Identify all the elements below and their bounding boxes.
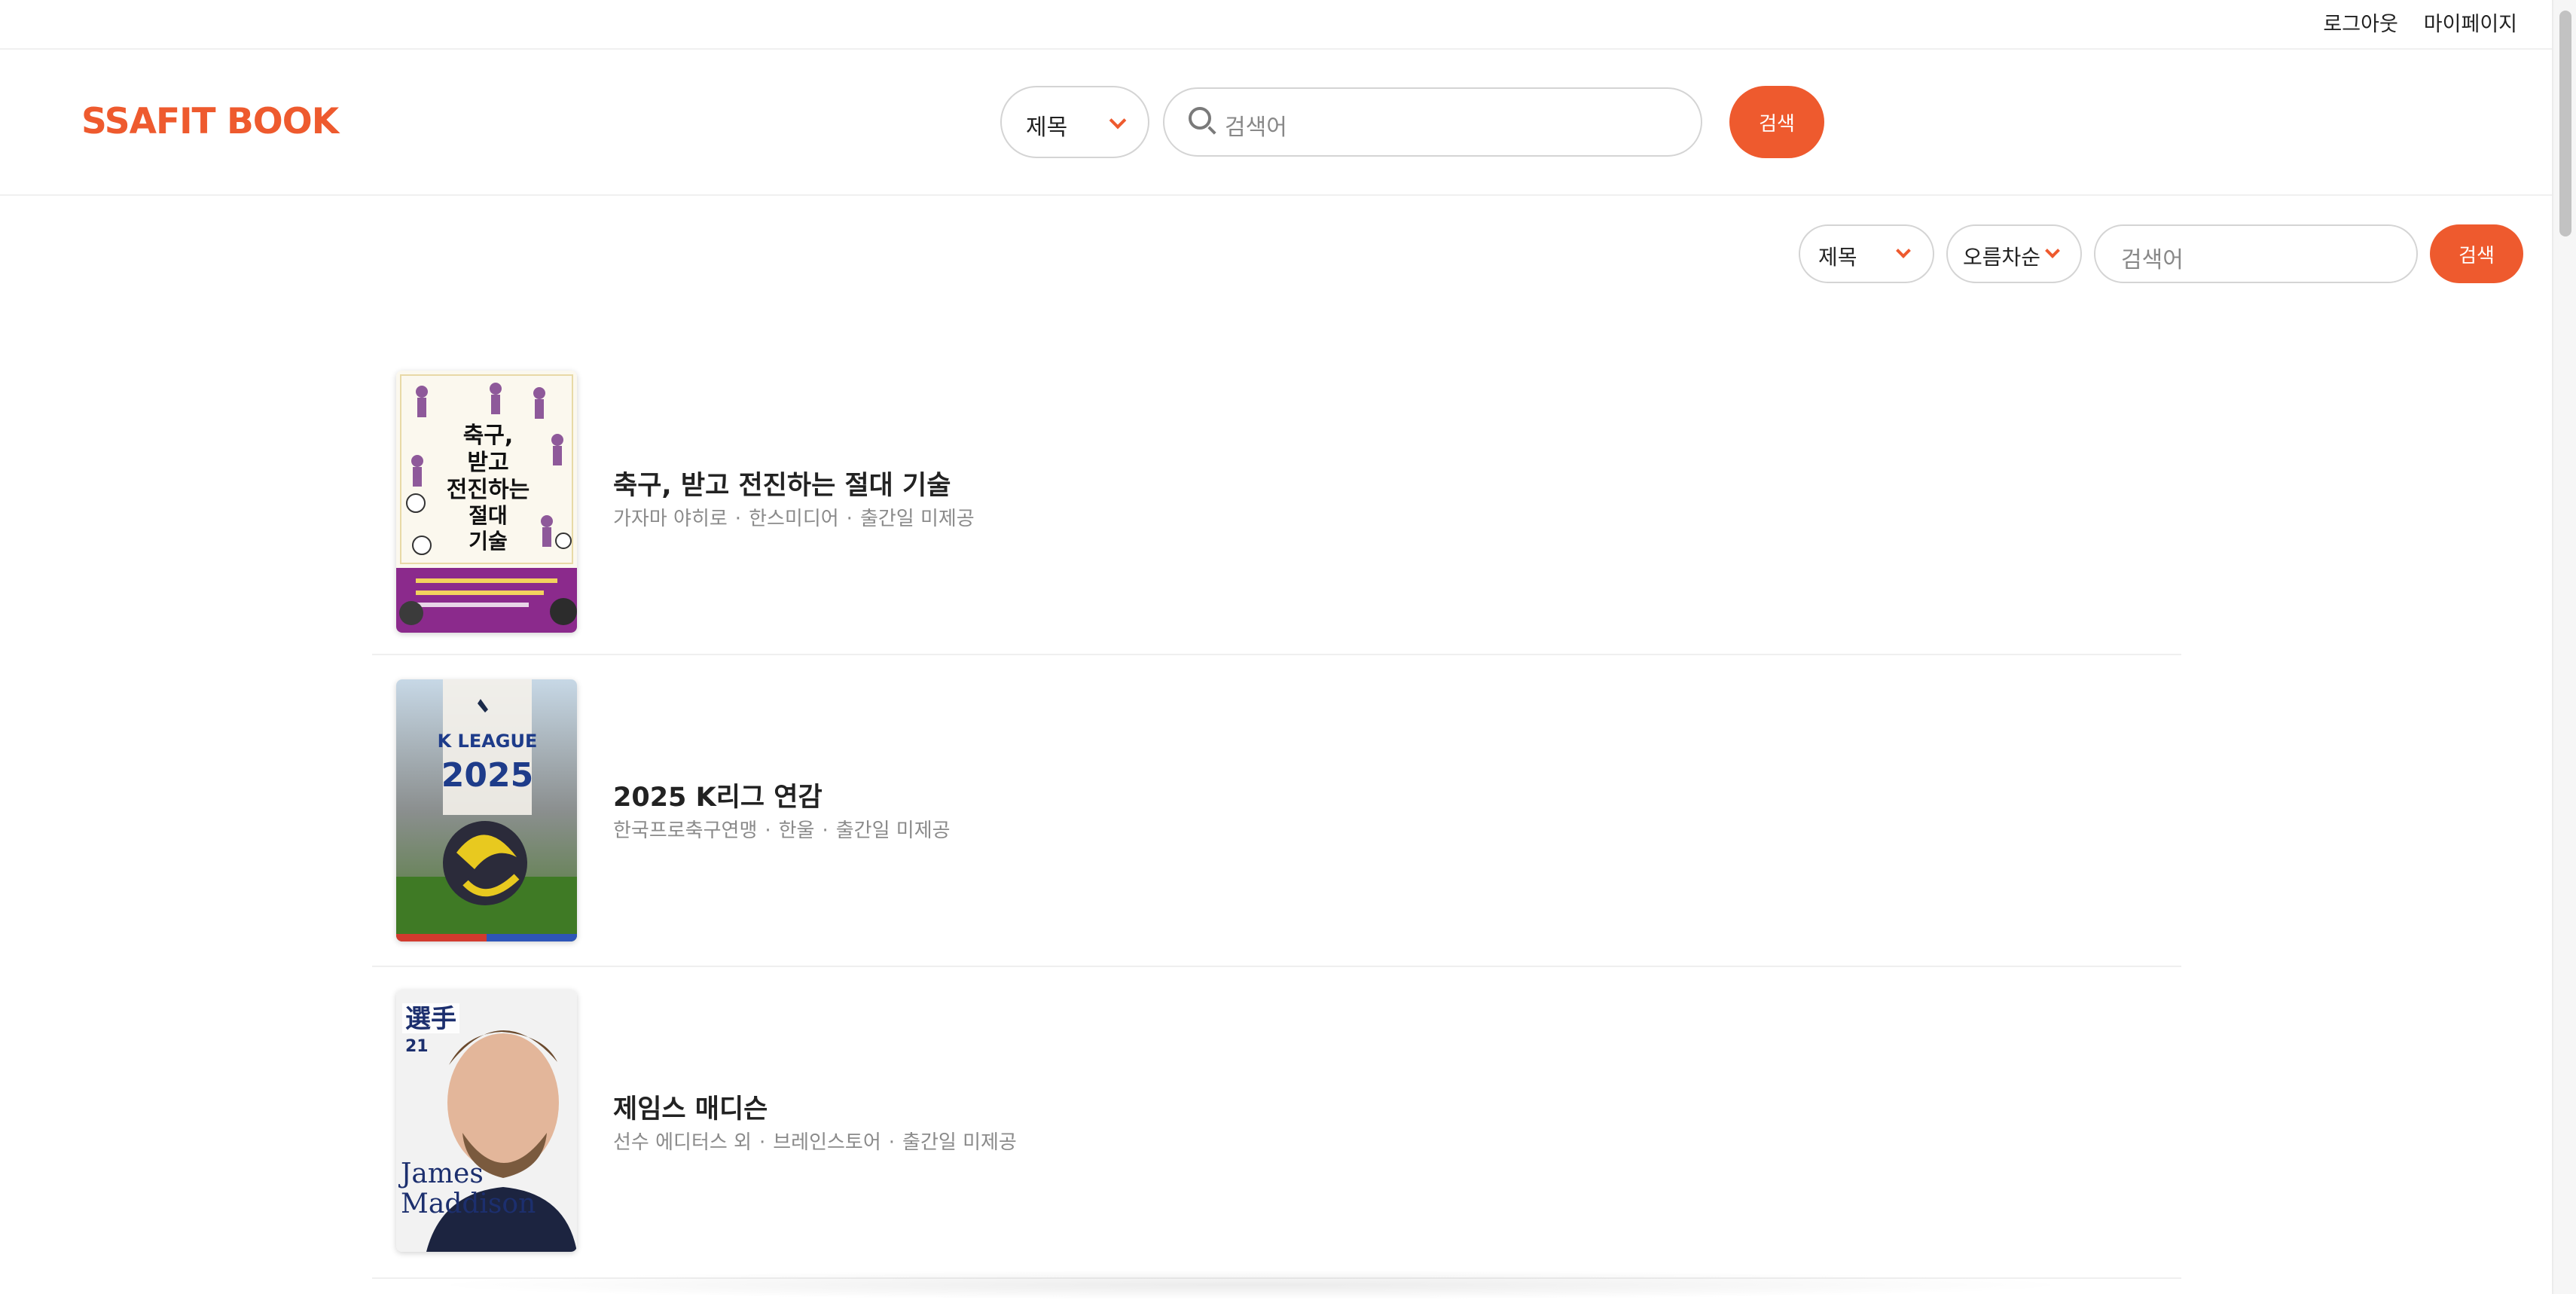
book-title[interactable]: 축구, 받고 전진하는 절대 기술: [613, 464, 951, 502]
book-row[interactable]: 選手 21 James Maddison 제임스 매디슨 선수 에디터스 외 · 브…: [372, 966, 2181, 1279]
bottom-fade: [422, 1270, 2079, 1300]
svg-text:21: 21: [405, 1037, 429, 1056]
book-cover-art: 選手 21 James Maddison: [396, 990, 577, 1252]
cover-year-art: 2025: [441, 756, 533, 795]
book-title[interactable]: 제임스 매디슨: [613, 1088, 768, 1126]
logout-link[interactable]: 로그아웃: [2323, 8, 2397, 37]
cover-title-art: K LEAGUE: [438, 731, 538, 752]
book-cover-art: K LEAGUE 2025: [396, 679, 577, 941]
search-icon: [1189, 107, 1211, 130]
top-bar: 로그아웃 마이페이지: [0, 0, 2553, 50]
list-search-button[interactable]: 검색: [2430, 224, 2523, 283]
chevron-down-icon: [1896, 243, 1911, 258]
mypage-link[interactable]: 마이페이지: [2424, 8, 2517, 37]
svg-text:전진하는: 전진하는: [447, 477, 530, 503]
book-cover[interactable]: K LEAGUE 2025: [396, 679, 577, 941]
svg-text:받고: 받고: [467, 450, 508, 476]
book-cover[interactable]: 축구, 받고 전진하는 절대 기술: [396, 371, 577, 633]
book-meta: 한국프로축구연맹 · 한울 · 출간일 미제공: [613, 819, 951, 842]
book-publisher: 브레인스토어: [773, 1131, 881, 1154]
svg-text:절대: 절대: [469, 503, 508, 528]
book-author: 한국프로축구연맹: [613, 819, 758, 842]
book-title[interactable]: 2025 K리그 연감: [613, 776, 823, 814]
book-row[interactable]: 축구, 받고 전진하는 절대 기술 축구, 받고 전진하는 절대 기술 가자마 …: [372, 342, 2181, 655]
book-date: 출간일 미제공: [902, 1131, 1017, 1154]
account-links: 로그아웃 마이페이지: [2323, 8, 2517, 37]
scrollbar-thumb[interactable]: [2559, 11, 2571, 237]
list-field-select[interactable]: 제목: [1799, 224, 1934, 283]
header-search-input[interactable]: 검색어: [1163, 87, 1702, 157]
scrollbar[interactable]: [2552, 0, 2576, 1294]
header: SSAFIT BOOK 제목 검색어 검색: [0, 48, 2553, 196]
book-cover-art: 축구, 받고 전진하는 절대 기술: [396, 371, 577, 633]
book-author: 가자마 야히로: [613, 508, 728, 530]
book-meta: 선수 에디터스 외 · 브레인스토어 · 출간일 미제공: [613, 1131, 1017, 1154]
list-order-select[interactable]: 오름차순: [1946, 224, 2082, 283]
chevron-down-icon: [2045, 243, 2060, 258]
svg-text:기술: 기술: [469, 529, 508, 554]
header-search-button[interactable]: 검색: [1729, 86, 1824, 158]
svg-text:Maddison: Maddison: [401, 1189, 536, 1219]
book-date: 출간일 미제공: [835, 819, 951, 842]
list-search-input[interactable]: 검색어: [2094, 224, 2418, 283]
cover-title-art: James: [398, 1158, 484, 1189]
chevron-down-icon: [1109, 111, 1127, 130]
cover-series-art: 選手: [405, 1004, 456, 1034]
book-author: 선수 에디터스 외: [613, 1131, 752, 1154]
header-field-select[interactable]: 제목: [1000, 86, 1149, 158]
book-row[interactable]: K LEAGUE 2025 2025 K리그 연감 한국프로축구연맹 · 한울 · 출간…: [372, 654, 2181, 967]
book-date: 출간일 미제공: [859, 508, 975, 530]
book-meta: 가자마 야히로 · 한스미디어 · 출간일 미제공: [613, 508, 975, 530]
book-publisher: 한울: [778, 819, 815, 842]
site-logo[interactable]: SSAFIT BOOK: [81, 101, 339, 142]
book-publisher: 한스미디어: [749, 508, 839, 530]
svg-text:축구,: 축구,: [463, 423, 514, 449]
book-cover[interactable]: 選手 21 James Maddison: [396, 990, 577, 1252]
